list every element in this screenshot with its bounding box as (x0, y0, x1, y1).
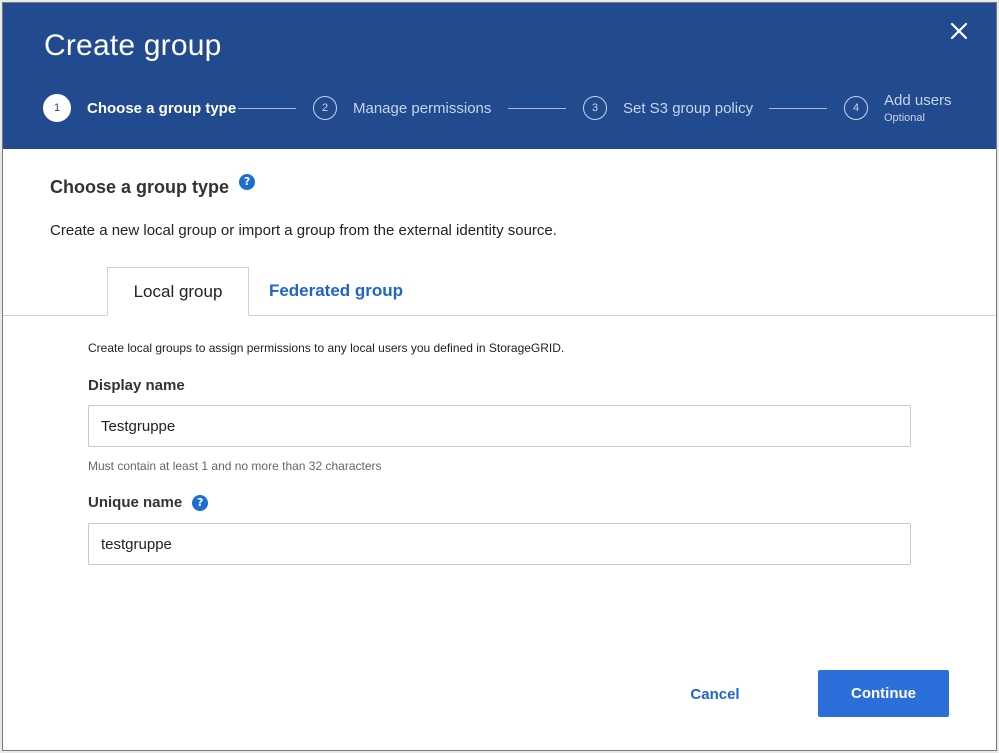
step-label: Set S3 group policy (623, 99, 754, 117)
step-number: 3 (583, 96, 607, 120)
step-number: 4 (844, 96, 868, 120)
step-connector (238, 108, 296, 109)
unique-name-input[interactable] (88, 523, 911, 565)
unique-name-label: Unique name (88, 494, 183, 511)
section-title: Choose a group type ? (50, 173, 256, 198)
create-group-dialog: Create group 1 Choose a group type 2 Man… (2, 2, 997, 751)
step-add-users[interactable]: 4 Add users Optional (844, 92, 952, 124)
tab-federated-group[interactable]: Federated group (261, 267, 411, 315)
display-name-label: Display name (88, 377, 185, 394)
step-number: 1 (43, 94, 71, 122)
cancel-button[interactable]: Cancel (675, 671, 755, 717)
step-label: Manage permissions (353, 99, 492, 117)
group-type-tabs: Local group Federated group (3, 267, 996, 316)
step-connector (508, 108, 566, 109)
help-icon[interactable]: ? (192, 494, 209, 511)
dialog-header: Create group 1 Choose a group type 2 Man… (3, 3, 996, 149)
tab-local-group[interactable]: Local group (107, 267, 249, 316)
section-intro: Create a new local group or import a gro… (50, 222, 557, 239)
display-name-hint: Must contain at least 1 and no more than… (88, 459, 382, 473)
local-group-description: Create local groups to assign permission… (88, 341, 565, 355)
step-choose-group-type[interactable]: 1 Choose a group type (43, 92, 236, 124)
step-connector (769, 108, 827, 109)
display-name-input[interactable] (88, 405, 911, 447)
wizard-stepper: 1 Choose a group type 2 Manage permissio… (43, 92, 963, 124)
step-manage-permissions[interactable]: 2 Manage permissions (313, 92, 491, 124)
unique-name-label-row: Unique name ? (88, 494, 209, 511)
close-icon[interactable] (948, 20, 970, 42)
step-label: Choose a group type (87, 99, 237, 117)
dialog-title: Create group (44, 29, 222, 62)
continue-button[interactable]: Continue (818, 670, 949, 717)
step-label-group: Add users Optional (884, 92, 952, 124)
step-label: Add users (884, 92, 952, 109)
section-title-text: Choose a group type (50, 177, 230, 197)
step-number: 2 (313, 96, 337, 120)
step-set-s3-group-policy[interactable]: 3 Set S3 group policy (583, 92, 753, 124)
help-icon[interactable]: ? (239, 173, 256, 190)
step-sublabel: Optional (884, 112, 925, 124)
